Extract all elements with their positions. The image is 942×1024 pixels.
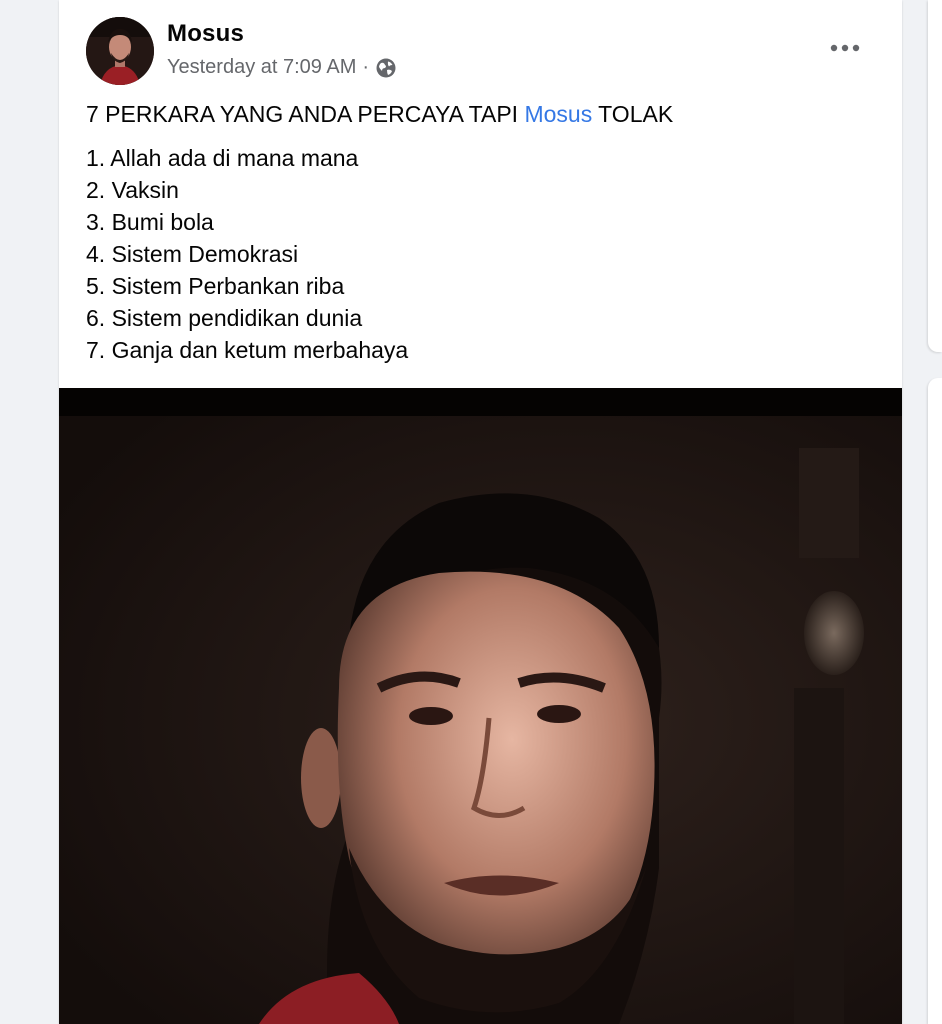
- avatar-image: [86, 17, 154, 85]
- adjacent-panel-bottom: [928, 378, 942, 1024]
- avatar[interactable]: [86, 17, 154, 85]
- author-name[interactable]: Mosus: [167, 20, 244, 48]
- list-item: 7. Ganja dan ketum merbahaya: [86, 337, 409, 363]
- list-item: 6. Sistem pendidikan dunia: [86, 305, 363, 331]
- post-body: 7 PERKARA YANG ANDA PERCAYA TAPI Mosus T…: [86, 98, 876, 366]
- list-item: 3. Bumi bola: [86, 209, 214, 235]
- post-meta: Yesterday at 7:09 AM ·: [167, 56, 397, 79]
- list-item: 5. Sistem Perbankan riba: [86, 273, 345, 299]
- post-photo-image: [59, 388, 902, 1024]
- post-list: 1. Allah ada di mana mana 2. Vaksin 3. B…: [86, 142, 876, 366]
- author-mention-link[interactable]: Mosus: [524, 101, 592, 127]
- headline-suffix: TOLAK: [592, 101, 674, 127]
- headline-prefix: 7 PERKARA YANG ANDA PERCAYA TAPI: [86, 101, 525, 127]
- timestamp[interactable]: Yesterday at 7:09 AM: [167, 56, 356, 79]
- more-options-icon[interactable]: [827, 36, 863, 60]
- post-card: Mosus Yesterday at 7:09 AM · 7 PERKARA Y: [59, 0, 902, 1024]
- post-headline: 7 PERKARA YANG ANDA PERCAYA TAPI Mosus T…: [86, 98, 876, 130]
- adjacent-panel-top: [928, 0, 942, 352]
- post-header: Mosus Yesterday at 7:09 AM ·: [59, 0, 902, 96]
- list-item: 1. Allah ada di mana mana: [86, 145, 359, 171]
- meta-separator: ·: [362, 56, 370, 78]
- list-item: 2. Vaksin: [86, 177, 179, 203]
- globe-icon[interactable]: [375, 57, 397, 79]
- list-item: 4. Sistem Demokrasi: [86, 241, 299, 267]
- post-photo[interactable]: [59, 388, 902, 1024]
